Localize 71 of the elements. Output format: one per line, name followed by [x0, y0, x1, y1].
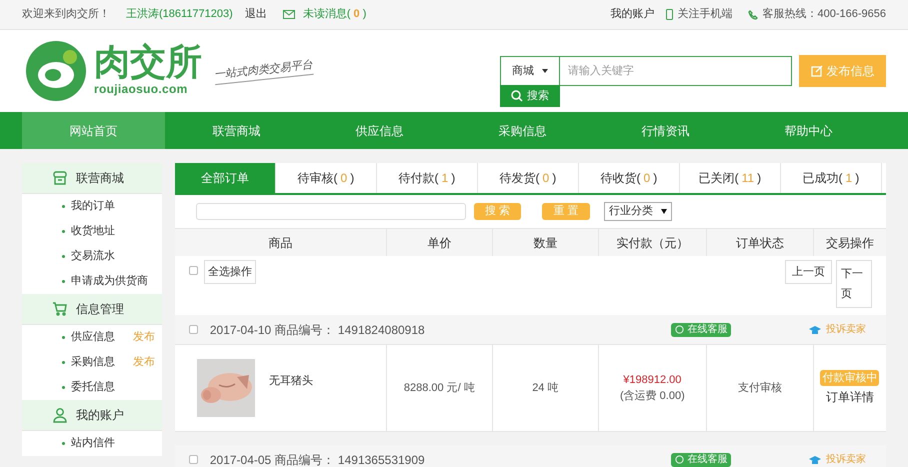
sidebar-item[interactable]: 供应信息: [71, 329, 115, 346]
order-tab[interactable]: 待收货( 0 ): [578, 163, 680, 193]
column-header: 订单状态: [706, 229, 814, 256]
column-header: 单价: [386, 229, 493, 256]
edit-icon: [810, 65, 822, 77]
sidebar-heading[interactable]: 信息管理: [76, 300, 124, 318]
order-info: 2017-04-05 商品编号： 1491365531909: [210, 452, 425, 467]
column-header: 实付款（元）: [598, 229, 707, 256]
shop-icon: [52, 170, 68, 186]
row-checkbox[interactable]: [188, 455, 198, 464]
order-tab[interactable]: 已成功( 1 ): [780, 163, 882, 193]
account-link[interactable]: 我的账户: [610, 6, 654, 23]
chat-icon: [675, 455, 684, 464]
nav-item[interactable]: 帮助中心: [737, 112, 880, 149]
column-header: 数量: [492, 229, 599, 256]
nav-item[interactable]: 采购信息: [451, 112, 594, 149]
mobile-link[interactable]: 关注手机端: [677, 6, 732, 23]
sidebar-item[interactable]: 申请成为供货商: [71, 273, 148, 290]
column-header: 商品: [174, 229, 387, 256]
slogan: 一站式肉类交易平台: [213, 57, 314, 85]
sidebar-item[interactable]: 交易流水: [71, 248, 115, 265]
search-field[interactable]: 请输入关键字: [560, 56, 792, 86]
category-dropdown[interactable]: 行业分类: [604, 202, 672, 221]
select-all-button[interactable]: 全选操作: [204, 260, 256, 284]
sidebar-heading[interactable]: 我的账户: [76, 406, 124, 424]
sidebar-item[interactable]: 采购信息: [71, 354, 115, 371]
logo-domain: roujiaosuo.com: [94, 81, 189, 98]
welcome-text: 欢迎来到肉交所！: [22, 6, 110, 22]
sidebar-heading[interactable]: 联营商城: [76, 169, 124, 187]
search-icon: [511, 90, 523, 102]
order-tab[interactable]: 待发货( 0 ): [478, 163, 579, 193]
row-checkbox[interactable]: [188, 325, 198, 334]
sidebar-item[interactable]: 委托信息: [71, 379, 115, 396]
nav-item[interactable]: 供应信息: [308, 112, 451, 149]
payment-review-badge: 付款审核中: [820, 370, 880, 386]
sidebar-item[interactable]: 我的订单: [71, 198, 115, 215]
previous-page-button[interactable]: 上一页: [785, 260, 832, 284]
nav-item[interactable]: 行情资讯: [594, 112, 737, 149]
select-all-checkbox[interactable]: [188, 266, 198, 275]
table-cell: 支付审核: [706, 345, 814, 431]
phone-icon: [666, 9, 674, 20]
paid-amount: ¥198912.00: [623, 372, 682, 388]
cap-icon: [808, 324, 822, 334]
nav-item[interactable]: 联营商城: [165, 112, 308, 149]
caret-icon: [542, 69, 548, 73]
call-icon: [748, 10, 758, 20]
hotline-text: 客服热线：400-166-9656: [762, 6, 886, 22]
search-button[interactable]: 搜索: [500, 85, 560, 107]
sidebar-item[interactable]: 站内信件: [71, 435, 115, 452]
cart-icon: [52, 301, 68, 317]
product-name[interactable]: 无耳猪头: [268, 373, 313, 390]
order-tab[interactable]: 全部订单: [174, 163, 276, 193]
chat-icon: [675, 325, 684, 334]
logo-name: 肉交所: [94, 44, 202, 80]
table-cell: 8288.00 元/ 吨: [386, 345, 493, 431]
order-tab[interactable]: 待付款( 1 ): [376, 163, 478, 193]
sidebar-item[interactable]: 收货地址: [71, 223, 115, 240]
cap-icon: [808, 454, 822, 464]
user-icon: [52, 407, 68, 423]
order-tab[interactable]: 已关闭( 11 ): [680, 163, 781, 193]
order-detail-link[interactable]: 订单详情: [826, 388, 874, 406]
mail-icon: [282, 10, 295, 19]
next-page-button[interactable]: 下一页: [836, 260, 872, 308]
logout-link[interactable]: 退出: [244, 6, 267, 23]
order-search-field[interactable]: [196, 203, 466, 220]
caret-icon: [660, 209, 667, 214]
shipping-fee: (含运费 0.00): [620, 389, 685, 404]
order-tab[interactable]: 待审核( 0 ): [276, 163, 377, 193]
table-cell: 24 吨: [492, 345, 599, 431]
order-info: 2017-04-10 商品编号： 1491824080918: [210, 322, 425, 338]
column-header: 交易操作: [824, 234, 875, 252]
